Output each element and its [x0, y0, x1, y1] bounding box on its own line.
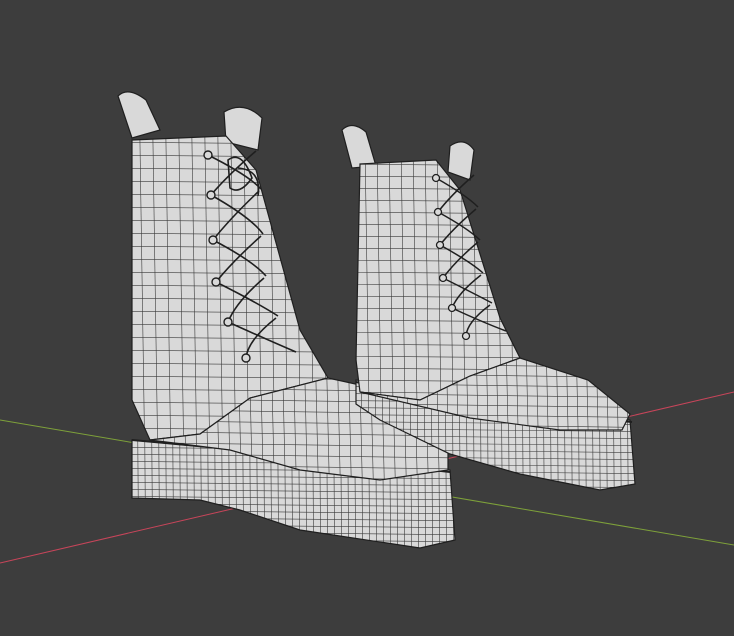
- right-boot-eyelet: [461, 331, 471, 341]
- left-boot-eyelet: [241, 353, 251, 363]
- right-boot-eyelet: [435, 240, 445, 250]
- right-boot-front-tab: [447, 141, 475, 181]
- viewport-canvas[interactable]: [0, 0, 734, 636]
- right-boot-back-tab: [341, 124, 377, 169]
- boot-meshes: [117, 91, 636, 549]
- left-boot-eyelet: [203, 150, 213, 160]
- 3d-viewport[interactable]: [0, 0, 734, 636]
- left-boot-eyelet: [223, 317, 233, 327]
- left-boot-eyelet: [206, 190, 216, 200]
- left-boot-back-tab: [117, 91, 161, 139]
- right-boot-eyelet: [447, 303, 457, 313]
- right-boot-eyelet: [433, 207, 443, 217]
- right-boot-eyelet: [438, 273, 448, 283]
- right-boot-eyelet: [431, 173, 441, 183]
- left-boot-eyelet: [211, 277, 221, 287]
- left-boot-eyelet: [208, 235, 218, 245]
